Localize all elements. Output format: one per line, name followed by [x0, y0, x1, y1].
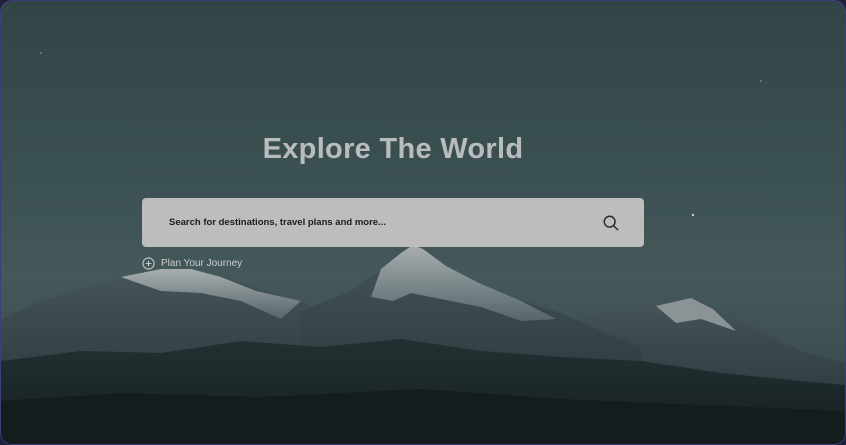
plan-journey-label[interactable]: Plan Your Journey [161, 258, 242, 269]
search-icon[interactable] [602, 214, 620, 232]
search-bar[interactable]: Search for destinations, travel plans an… [142, 198, 644, 247]
page-title: Explore The World [262, 133, 524, 165]
app-window: Explore The World Search for destination… [0, 0, 846, 445]
plus-circle-icon [142, 257, 155, 270]
plan-journey-link[interactable]: Plan Your Journey [142, 257, 242, 270]
search-input[interactable]: Search for destinations, travel plans an… [169, 217, 602, 228]
